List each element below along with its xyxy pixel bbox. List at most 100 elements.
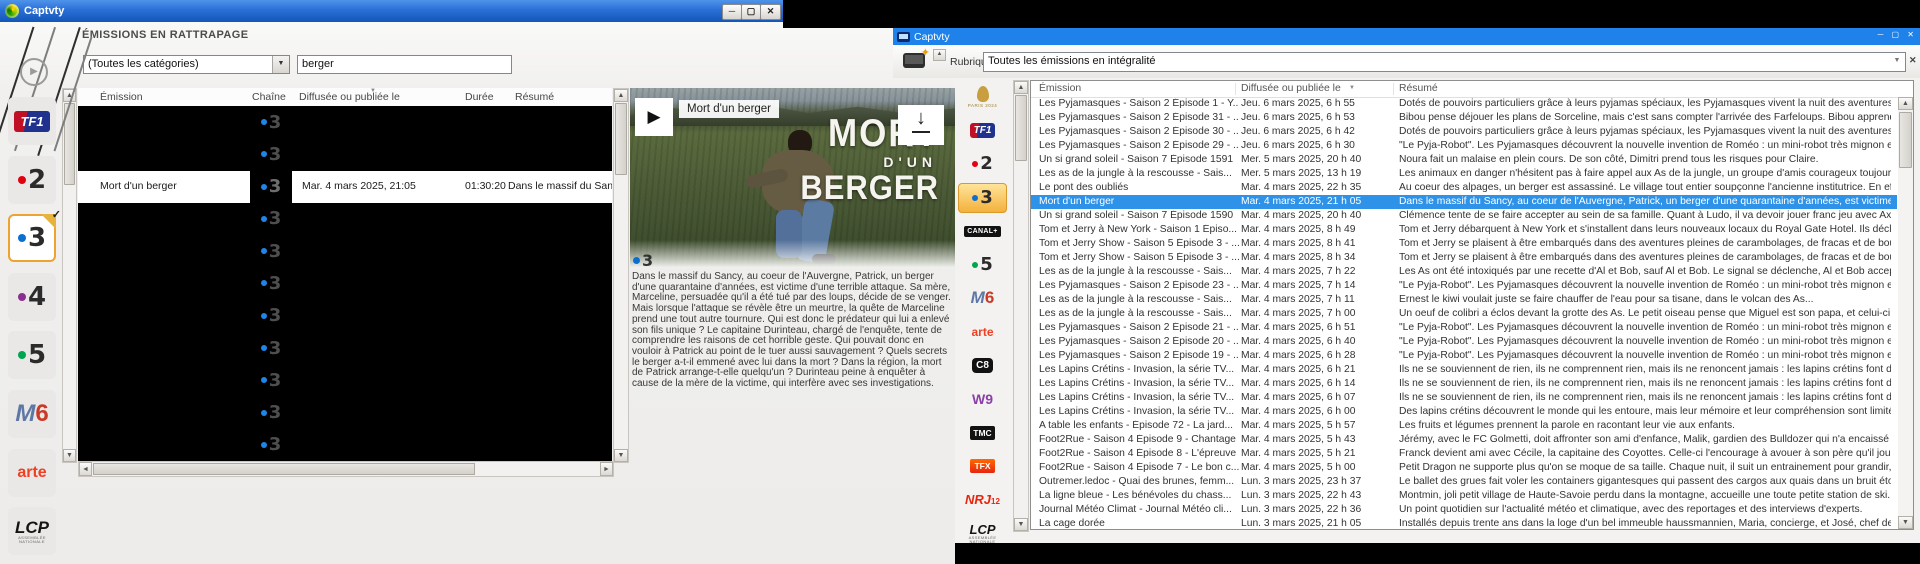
chevron-down-icon[interactable]: ▼ [272,56,289,73]
list-row[interactable]: Les as de la jungle à la rescousse - Sai… [1031,293,1897,307]
list-row[interactable]: Les Pyjamasques - Saison 2 Épisode 1 - Y… [1031,97,1897,111]
list-row[interactable]: Les Lapins Crétins - Invasion, la série … [1031,405,1897,419]
table-row[interactable]: 3 [78,364,612,396]
sidebar-item-f4[interactable]: 4 [8,273,56,321]
right-window-buttons[interactable]: ─ ▢ ✕ [1878,30,1917,39]
list-row[interactable]: Les Pyjamasques - Saison 2 Épisode 31 - … [1031,111,1897,125]
list-row[interactable]: Les Pyjamasques - Saison 2 Épisode 30 - … [1031,125,1897,139]
table-vscrollbar[interactable]: ▲ ▼ [613,88,629,463]
list-row[interactable]: Les Lapins Crétins - Invasion, la série … [1031,391,1897,405]
sidebar-item-f3[interactable]: 3 [958,183,1007,213]
table-row[interactable]: 3 [78,429,612,461]
list-row[interactable]: Tom et Jerry Show - Saison 5 Épisode 3 -… [1031,251,1897,265]
scrollbar-thumb[interactable] [1015,95,1027,161]
scroll-down-icon[interactable]: ▼ [1014,518,1028,531]
scrollbar-thumb[interactable] [615,103,627,175]
rubrique-dropdown[interactable]: Toutes les émissions en intégralité ▼ [983,52,1906,72]
list-row[interactable]: Tom et Jerry Show - Saison 5 Épisode 3 -… [1031,237,1897,251]
sidebar-item-f3[interactable]: 3✓ [8,214,56,262]
table-hscrollbar[interactable]: ◄ ► [78,461,614,477]
minimize-button[interactable]: ─ [722,4,742,20]
sidebar-item-m6[interactable]: M6 [8,390,56,438]
sidebar-item-canal[interactable]: CANAL+ [955,214,1010,248]
col-diffusee[interactable]: Diffusée ou publiée le [1241,83,1341,94]
sidebar-item-f2[interactable]: 2 [955,147,1010,181]
scroll-up-icon[interactable]: ▲ [933,49,946,61]
play-button[interactable]: ▶ [635,98,673,136]
sidebar-item-f5[interactable]: 5 [8,331,56,379]
list-row[interactable]: Journal Météo Climat - Journal Météo cli… [1031,503,1897,517]
sidebar-item-nrj12[interactable]: NRJ12 [955,483,1010,517]
col-duree[interactable]: Durée [465,91,494,103]
list-row[interactable]: Foot2Rue - Saison 4 Épisode 8 - L'épreuv… [1031,447,1897,461]
list-row[interactable]: Les Pyjamasques - Saison 2 Épisode 21 - … [1031,321,1897,335]
table-row[interactable]: 3 [78,396,612,428]
list-row[interactable]: Les as de la jungle à la rescousse - Sai… [1031,265,1897,279]
col-diffusee[interactable]: Diffusée ou publiée le [299,91,400,103]
table-row[interactable]: 3 [78,267,612,299]
sidebar-item-lcp[interactable]: LCPASSEMBLÉE NATIONALE [8,507,56,555]
scrollbar-thumb[interactable] [93,463,475,475]
sidebar-item-w9[interactable]: W9 [955,382,1010,416]
sidebar-item-f5[interactable]: 5 [955,248,1010,282]
sidebar-item-tf1[interactable]: TF1 [955,114,1010,148]
download-button[interactable]: ↓ [898,105,944,145]
sidebar-item-lcp[interactable]: LCPASSEMBLÉE NATIONALE [955,517,1010,551]
list-row[interactable]: La cage doréeLun. 3 mars 2025, 21 h 05In… [1031,517,1897,529]
scroll-left-icon[interactable]: ◄ [79,462,92,476]
table-row[interactable]: 3 [78,332,612,364]
col-resume[interactable]: Résumé [1399,83,1438,94]
list-row[interactable]: Un si grand soleil - Saison 7 Épisode 15… [1031,153,1897,167]
scroll-up-icon[interactable]: ▲ [1014,81,1028,94]
close-button[interactable]: ✕ [760,4,781,20]
rail-scrollbar[interactable]: ▲ ▼ [1013,80,1029,532]
list-row[interactable]: Les Pyjamasques - Saison 2 Épisode 23 - … [1031,279,1897,293]
list-row[interactable]: A table les enfants - Épisode 72 - La ja… [1031,419,1897,433]
scroll-down-icon[interactable]: ▼ [63,449,76,462]
sidebar-item-arte[interactable]: arte [955,315,1010,349]
wizard-tv-icon[interactable]: ✦ [903,49,929,73]
col-chaine[interactable]: Chaîne [252,91,286,103]
scroll-up-icon[interactable]: ▲ [614,89,628,102]
list-row[interactable]: Foot2Rue - Saison 4 Épisode 9 - Chantage… [1031,433,1897,447]
sidebar-item-f2[interactable]: 2 [8,156,56,204]
sidebar-item-tfx[interactable]: TFX [955,450,1010,484]
sidebar-item-paris24[interactable]: PARIS 2024 [955,80,1010,114]
list-row[interactable]: Les as de la jungle à la rescousse - Sai… [1031,167,1897,181]
list-row[interactable]: Les as de la jungle à la rescousse - Sai… [1031,307,1897,321]
chevron-down-icon[interactable]: ▼ [1889,53,1905,71]
table-row[interactable]: 3 [78,138,612,170]
list-row[interactable]: Foot2Rue - Saison 4 Épisode 7 - Le bon c… [1031,461,1897,475]
maximize-button[interactable]: ▢ [741,4,761,20]
table-row[interactable]: 3 [78,106,612,138]
table-row[interactable]: 3 [78,300,612,332]
scroll-right-icon[interactable]: ► [600,462,613,476]
scroll-down-icon[interactable]: ▼ [1898,516,1913,529]
list-row[interactable]: Les Lapins Crétins - Invasion, la série … [1031,377,1897,391]
scrollbar-thumb[interactable] [1899,112,1912,168]
sidebar-item-tmc[interactable]: TMC [955,416,1010,450]
list-row-selected[interactable]: Mort d'un bergerMar. 4 mars 2025, 21 h 0… [1031,195,1897,209]
table-row[interactable]: 3 [78,235,612,267]
left-window-titlebar[interactable]: Captvty ─ ▢ ✕ [0,0,783,22]
search-input[interactable]: berger [297,55,512,74]
sidebar-item-tf1[interactable]: TF1 [8,97,56,145]
list-row[interactable]: Les Pyjamasques - Saison 2 Épisode 29 - … [1031,139,1897,153]
col-emission[interactable]: Émission [100,91,143,103]
right-window-titlebar[interactable]: Captvty ─ ▢ ✕ [893,28,1920,45]
list-row[interactable]: Outremer.ledoc - Quai des brunes, femm..… [1031,475,1897,489]
list-row[interactable]: Le pont des oubliésMar. 4 mars 2025, 22 … [1031,181,1897,195]
col-emission[interactable]: Émission [1039,83,1081,94]
list-row[interactable]: La ligne bleue - Les bénévoles du chass.… [1031,489,1897,503]
list-row[interactable]: Les Lapins Crétins - Invasion, la série … [1031,363,1897,377]
category-dropdown[interactable]: (Toutes les catégories) ▼ [83,55,290,74]
clear-icon[interactable]: ✕ [1909,55,1917,66]
table-row[interactable]: 3 [78,203,612,235]
sidebar-item-arte[interactable]: arte [8,449,56,497]
sidebar-item-m6[interactable]: M6 [955,282,1010,316]
scroll-up-icon[interactable]: ▲ [1898,97,1913,110]
col-resume[interactable]: Résumé [515,91,554,103]
list-row[interactable]: Un si grand soleil - Saison 7 Épisode 15… [1031,209,1897,223]
list-row[interactable]: Les Pyjamasques - Saison 2 Épisode 19 - … [1031,349,1897,363]
scroll-down-icon[interactable]: ▼ [614,449,628,462]
